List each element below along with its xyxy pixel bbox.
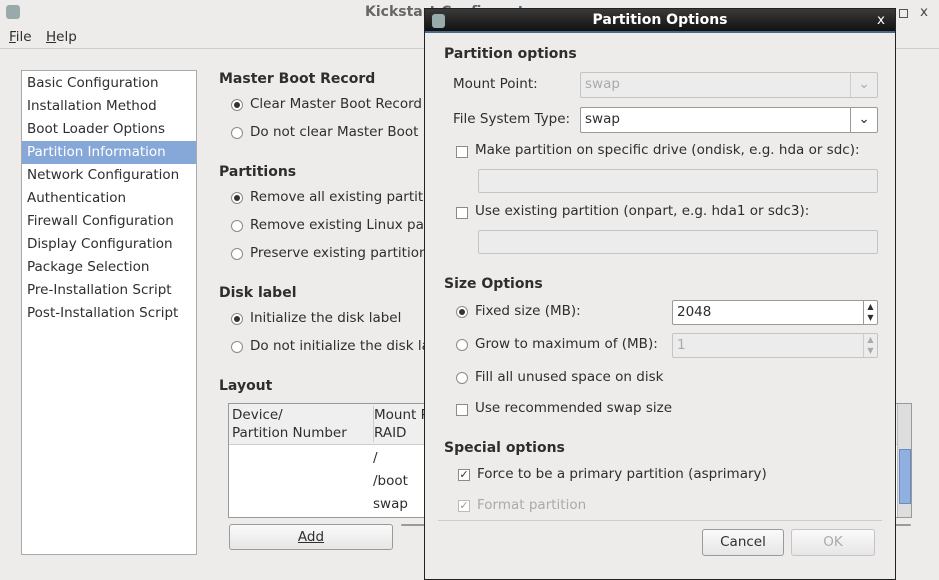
add-label: Add [297,529,325,545]
app-icon [6,5,20,19]
sidebar-item[interactable]: Authentication [22,187,196,210]
sidebar: Basic Configuration Installation Method … [21,70,197,555]
remove-all-radio[interactable] [231,192,243,204]
init-label-radio[interactable] [231,313,243,325]
sidebar-item[interactable]: Boot Loader Options [22,118,196,141]
fill-label: Fill all unused space on disk [475,369,664,385]
ok-label: OK [823,534,843,550]
chevron-down-icon: ⌄ [850,108,877,132]
preserve-radio[interactable] [231,248,243,260]
spin-arrows-icon[interactable]: ▲ ▼ [863,334,877,357]
format-label: Format partition [477,497,587,513]
mount-point-label: Mount Point: [453,76,538,92]
sidebar-item[interactable]: Package Selection [22,256,196,279]
partition-options-title: Partition options [444,46,577,62]
cancel-button[interactable]: Cancel [702,529,784,556]
scrollbar-thumb[interactable] [899,449,911,504]
disklabel-title: Disk label [219,285,297,301]
sidebar-item[interactable]: Network Configuration [22,164,196,187]
fill-radio[interactable] [456,372,468,384]
maximize-button[interactable] [899,9,908,18]
init-label-label: Initialize the disk label [250,310,402,326]
partitions-title: Partitions [219,164,297,180]
table-row[interactable]: / [373,450,378,466]
close-window-button[interactable]: x [920,4,928,20]
special-options-title: Special options [444,440,565,456]
sidebar-item[interactable]: Post-Installation Script [22,302,196,325]
dialog-separator [438,520,882,521]
table-row[interactable]: /boot [373,473,408,489]
table-row[interactable]: swap [373,496,408,512]
noinit-label-label: Do not initialize the disk label [250,338,451,354]
layout-title: Layout [219,378,273,394]
primary-label: Force to be a primary partition (asprima… [477,466,767,482]
mbr-clear-radio[interactable] [231,99,243,111]
grow-spinner[interactable]: 1 ▲ ▼ [672,333,878,358]
onpart-checkbox[interactable] [456,207,468,219]
mbr-keep-radio[interactable] [231,127,243,139]
remove-linux-radio[interactable] [231,220,243,232]
sidebar-item[interactable]: Partition Information [22,141,196,164]
sidebar-item[interactable]: Firewall Configuration [22,210,196,233]
fixed-size-radio[interactable] [456,306,468,318]
ondisk-label: Make partition on specific drive (ondisk… [475,142,860,158]
sidebar-item[interactable]: Basic Configuration [22,72,196,95]
size-options-title: Size Options [444,276,543,292]
format-checkbox[interactable]: ✓ [458,500,470,512]
sidebar-item[interactable]: Pre-Installation Script [22,279,196,302]
grow-label: Grow to maximum of (MB): [475,336,658,352]
primary-checkbox[interactable]: ✓ [458,469,470,481]
fs-type-value: swap [585,111,620,127]
grow-radio[interactable] [456,339,468,351]
recommended-swap-label: Use recommended swap size [475,400,673,416]
chevron-down-icon: ⌄ [850,73,877,97]
dialog-close-button[interactable]: x [877,12,885,28]
add-button[interactable]: Add [229,524,393,550]
fixed-size-spinner[interactable]: 2048 ▲ ▼ [672,300,878,325]
menu-help[interactable]: Help [46,29,77,45]
preserve-label: Preserve existing partitions [250,245,435,261]
mount-point-combo[interactable]: swap ⌄ [580,72,878,98]
noinit-label-radio[interactable] [231,341,243,353]
sidebar-item[interactable]: Installation Method [22,95,196,118]
mbr-clear-label: Clear Master Boot Record [250,96,422,112]
fs-type-combo[interactable]: swap ⌄ [580,107,878,133]
cancel-label: Cancel [720,534,766,550]
ok-button[interactable]: OK [791,529,875,556]
fixed-size-value: 2048 [677,304,712,320]
fs-type-label: File System Type: [453,111,571,127]
onpart-input[interactable] [478,230,878,254]
ondisk-input[interactable] [478,169,878,193]
ondisk-checkbox[interactable] [456,146,468,158]
scrollbar[interactable] [897,404,911,517]
dialog-title: Partition Options [592,12,728,28]
menu-file[interactable]: File [9,29,32,45]
mount-point-value: swap [585,76,620,92]
onpart-label: Use existing partition (onpart, e.g. hda… [475,203,810,219]
recommended-swap-checkbox[interactable] [456,404,468,416]
sidebar-item[interactable]: Display Configuration [22,233,196,256]
remove-all-label: Remove all existing partitions [250,189,451,205]
fixed-size-label: Fixed size (MB): [475,303,581,319]
column-header-device[interactable]: Device/ Partition Number [232,406,347,442]
mbr-title: Master Boot Record [219,71,376,87]
grow-value: 1 [677,337,686,353]
spin-arrows-icon[interactable]: ▲ ▼ [863,301,877,324]
